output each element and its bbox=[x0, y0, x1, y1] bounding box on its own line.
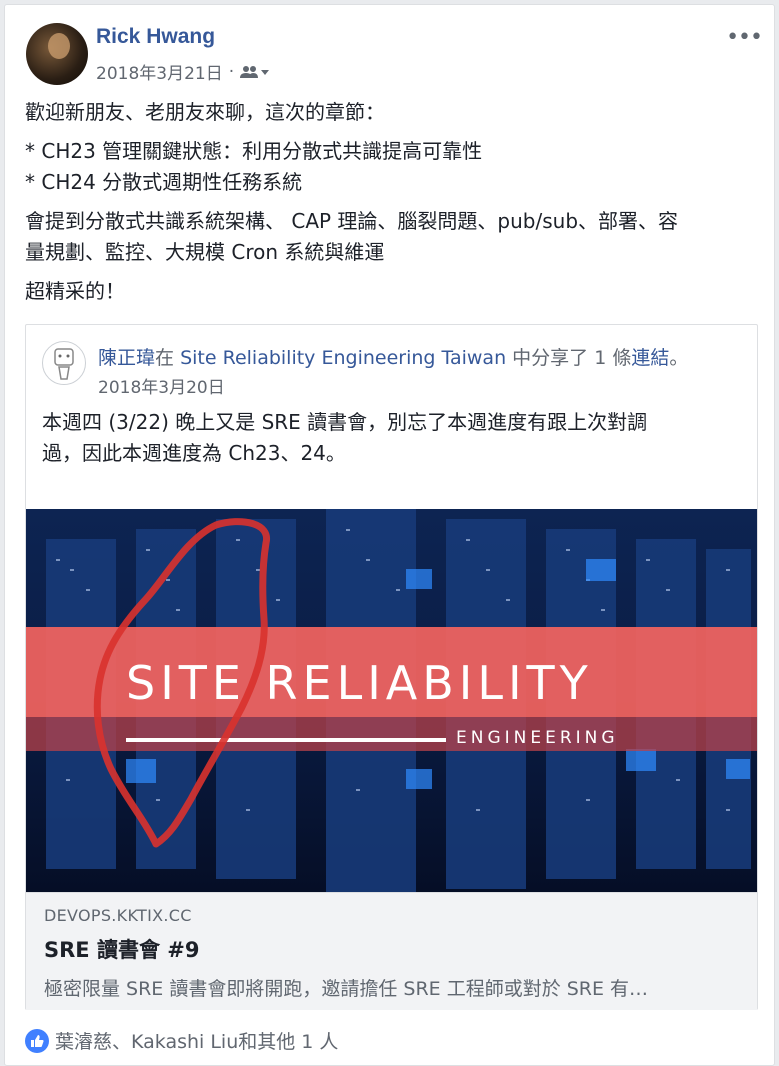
post-line: 超精采的！ bbox=[25, 279, 125, 303]
shared-line: 本週四 (3/22) 晚上又是 SRE 讀書會，別忘了本週進度有跟上次對調 bbox=[42, 410, 648, 434]
image-subtitle-text: ENGINEERING bbox=[456, 728, 619, 748]
link-description: 極密限量 SRE 讀書會即將開跑，邀請擔任 SRE 工程師或對於 SRE 有… bbox=[44, 978, 649, 1000]
like-icon bbox=[25, 1028, 49, 1053]
shared-action-text: 中分享了 1 條 bbox=[506, 347, 632, 369]
post-card: Rick Hwang 2018年3月21日 · ••• 歡迎新朋友、老朋友來聊，… bbox=[4, 4, 775, 1066]
link-preview-info[interactable]: DEVOPS.KKTIX.CC SRE 讀書會 #9 極密限量 SRE 讀書會即… bbox=[26, 892, 757, 1010]
more-options-button[interactable]: ••• bbox=[726, 25, 763, 50]
meta-separator: · bbox=[228, 61, 235, 82]
link-title[interactable]: SRE 讀書會 #9 bbox=[44, 934, 739, 964]
author-name[interactable]: Rick Hwang bbox=[96, 25, 215, 49]
friends-icon[interactable] bbox=[240, 65, 270, 79]
post-line: 會提到分散式共識系統架構、 CAP 理論、腦裂問題、pub/sub、部署、容 bbox=[25, 209, 679, 233]
shared-link-word[interactable]: 連結 bbox=[631, 347, 669, 369]
shared-date[interactable]: 2018年3月20日 bbox=[98, 373, 225, 398]
shared-author-avatar[interactable] bbox=[42, 341, 86, 385]
shared-period: 。 bbox=[669, 347, 689, 369]
post-line: * CH23 管理關鍵狀態：利用分散式共識提高可靠性 bbox=[25, 139, 483, 163]
author-avatar[interactable] bbox=[26, 23, 88, 85]
shared-post: 陳正瑋在 Site Reliability Engineering Taiwan… bbox=[25, 324, 758, 1010]
reactions-bar[interactable]: 葉濬慈、Kakashi Liu和其他 1 人 bbox=[25, 1027, 338, 1054]
post-line: 量規劃、監控、大規模 Cron 系統與維運 bbox=[25, 240, 385, 264]
link-preview-image[interactable]: SITE RELIABILITY ENGINEERING bbox=[26, 509, 757, 892]
post-body: 歡迎新朋友、老朋友來聊，這次的章節： * CH23 管理關鍵狀態：利用分散式共識… bbox=[25, 97, 760, 315]
shared-in-text: 在 bbox=[155, 347, 175, 369]
shared-group-link[interactable]: Site Reliability Engineering Taiwan bbox=[180, 347, 506, 369]
post-line: 歡迎新朋友、老朋友來聊，這次的章節： bbox=[25, 100, 385, 124]
shared-body: 本週四 (3/22) 晚上又是 SRE 讀書會，別忘了本週進度有跟上次對調 過，… bbox=[42, 407, 742, 469]
image-title-text: SITE RELIABILITY bbox=[126, 656, 593, 710]
shared-line: 過，因此本週進度為 Ch23、24。 bbox=[42, 441, 346, 465]
link-domain: DEVOPS.KKTIX.CC bbox=[44, 906, 192, 925]
post-date[interactable]: 2018年3月21日 bbox=[96, 59, 223, 84]
post-meta: 2018年3月21日 · bbox=[96, 59, 270, 84]
post-line: * CH24 分散式週期性任務系統 bbox=[25, 170, 303, 194]
shared-header: 陳正瑋在 Site Reliability Engineering Taiwan… bbox=[98, 343, 688, 370]
shared-author-name[interactable]: 陳正瑋 bbox=[98, 347, 155, 369]
reactions-text[interactable]: 葉濬慈、Kakashi Liu和其他 1 人 bbox=[55, 1027, 338, 1054]
